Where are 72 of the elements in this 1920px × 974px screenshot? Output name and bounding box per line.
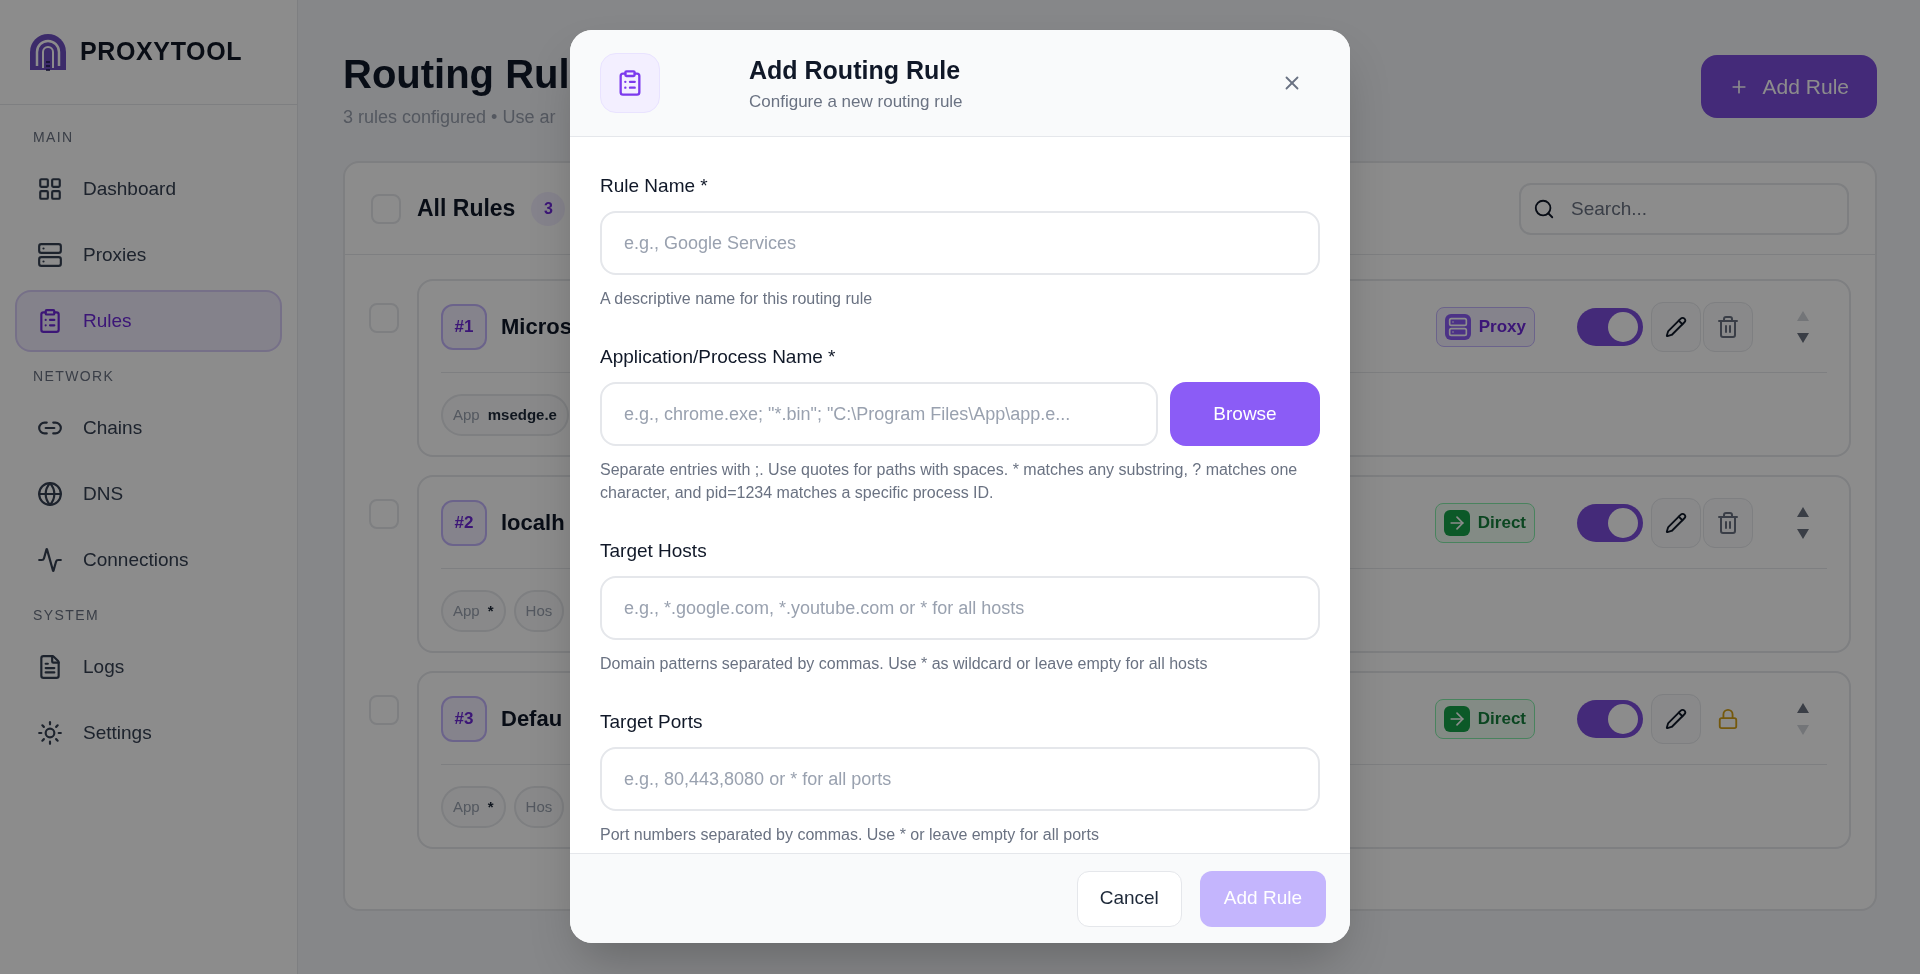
pencil-icon [1665,707,1687,730]
nav-item[interactable]: Proxies [15,224,282,286]
search-field[interactable]: Search... [1519,182,1849,235]
nav-item[interactable]: Settings [15,702,282,764]
nav-item[interactable]: Dashboard [15,158,282,220]
document-icon [37,654,63,680]
grid-icon [37,176,63,202]
pulse-icon [37,547,63,573]
nav-item[interactable]: Chains [15,397,282,459]
nav-item[interactable]: Logs [15,636,282,698]
mode-tag: Proxy [1435,306,1535,347]
input-field[interactable]: e.g., *.google.com, *.youtube.com or * for all hosts [600,576,1320,640]
lock-icon [1717,707,1739,730]
chip-value: * [487,600,494,621]
rule-name: localh [501,509,565,537]
delete-button[interactable] [1703,497,1753,548]
field-label: Application/Process Name * [600,345,837,369]
help-text: Separate entries with ;. Use quotes for paths with spaces. * matches any substring, ? matches one character, and pid=1234 matches a specific process ID. [600,460,1299,503]
edit-button[interactable] [1651,497,1701,548]
toggle-switch[interactable] [1577,307,1643,346]
nav-item[interactable]: Rules [15,290,282,352]
move-down-icon[interactable] [1797,332,1809,343]
help-text: A descriptive name for this routing rule [600,289,874,309]
mode-tag: Direct [1434,698,1535,739]
field-label: Target Hosts [600,539,708,563]
search-icon [1533,197,1555,220]
rule-number: #3 [441,695,487,742]
input-field[interactable]: e.g., chrome.exe; "*.bin"; "C:\Program Files\App\app.e... [600,382,1158,446]
section-heading: NETWORK [32,367,116,386]
help-text: Domain patterns separated by commas. Use * as wildcard or leave empty for all hosts [600,654,1209,674]
section-heading: MAIN [32,128,75,147]
sun-icon [37,720,63,746]
help-text: Port numbers separated by commas. Use * or leave empty for all ports [600,825,1100,845]
rule-name: Defau [501,705,563,733]
cancel-button[interactable]: Cancel [1076,870,1182,927]
dialog-subtitle: Configure a new routing rule [749,91,963,113]
edit-button[interactable] [1651,693,1701,744]
trash-icon [1716,510,1740,535]
logo-text: PROXYTOOL [80,36,243,68]
pencil-icon [1665,315,1687,338]
dialog-title: Add Routing Rule [749,54,962,86]
mode-tag: Direct [1434,502,1535,543]
rule-name: Micros [501,313,572,341]
field-label: Rule Name * [600,174,709,198]
rule-number: #1 [441,303,487,350]
move-down-icon[interactable] [1797,528,1809,539]
checklist-icon [37,308,63,334]
delete-button[interactable] [1703,301,1753,352]
globe-icon [37,481,63,507]
input-field[interactable]: e.g., Google Services [600,211,1320,275]
input-field[interactable]: e.g., 80,443,8080 or * for all ports [600,747,1320,811]
edit-button[interactable] [1651,301,1701,352]
server-icon [1444,313,1471,340]
browse-button[interactable]: Browse [1170,382,1320,446]
server-icon [37,242,63,268]
field-label: Target Ports [600,710,704,734]
rule-number: #2 [441,499,487,546]
trash-icon [1716,314,1740,339]
pencil-icon [1665,511,1687,534]
chip-value: * [487,796,494,817]
move-up-icon[interactable] [1797,506,1809,517]
toggle-switch[interactable] [1577,503,1643,542]
chip-value: msedge.e [487,404,557,425]
panel-title: All Rules [417,194,516,224]
page-title: Routing Rul [343,51,570,98]
count-badge: 3 [531,191,566,226]
toggle-switch[interactable] [1577,699,1643,738]
add-rule-button[interactable]: Add Rule [1700,55,1877,118]
section-heading: SYSTEM [32,606,100,625]
nav-item[interactable]: Connections [15,529,282,591]
nav-item[interactable]: DNS [15,463,282,525]
move-up-icon[interactable] [1797,702,1809,713]
